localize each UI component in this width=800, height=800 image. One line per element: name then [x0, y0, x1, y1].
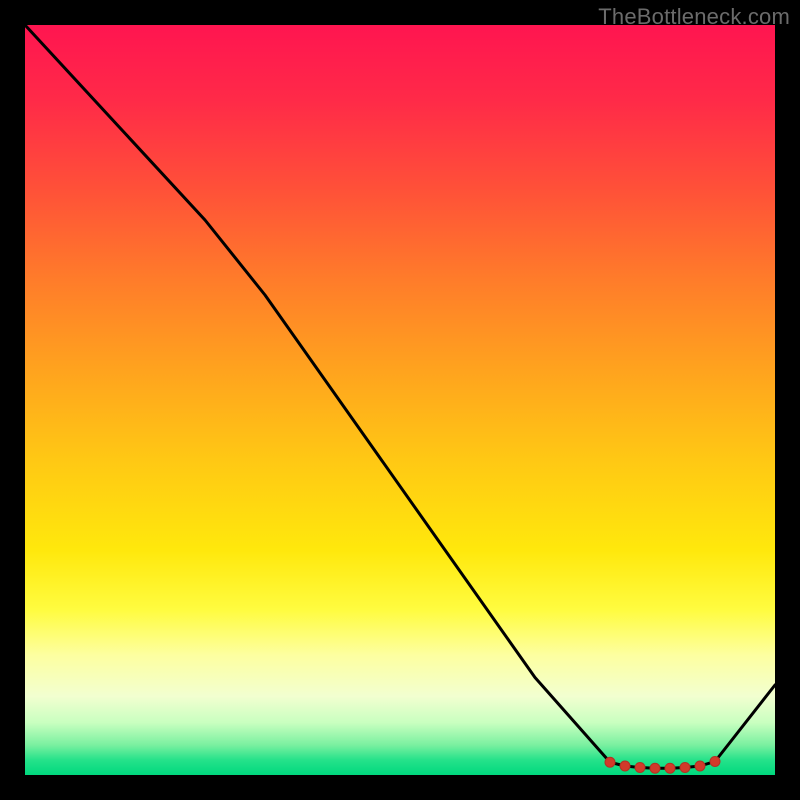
data-marker	[710, 757, 720, 767]
data-marker	[665, 763, 675, 773]
chart-stage: TheBottleneck.com	[0, 0, 800, 800]
data-marker	[680, 763, 690, 773]
data-marker	[650, 763, 660, 773]
data-marker	[695, 761, 705, 771]
data-marker	[620, 761, 630, 771]
data-marker	[605, 757, 615, 767]
data-markers	[605, 757, 720, 774]
chart-svg	[25, 25, 775, 775]
data-line	[25, 25, 775, 768]
data-marker	[635, 763, 645, 773]
